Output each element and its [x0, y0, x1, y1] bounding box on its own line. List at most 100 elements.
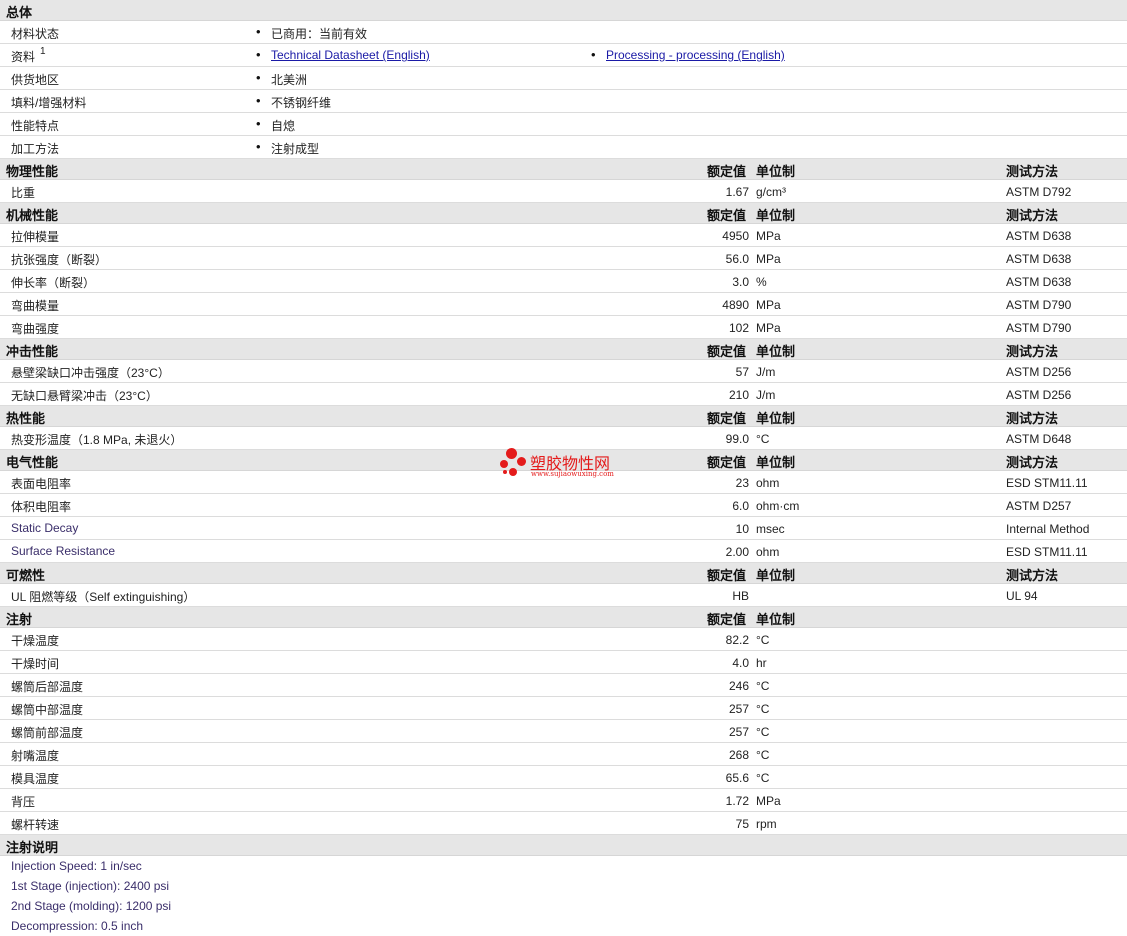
property-row: 射嘴温度 268 °C: [0, 743, 1127, 766]
property-row: 拉伸模量 4950 MPa ASTM D638: [0, 224, 1127, 247]
section-title: 冲击性能: [6, 344, 59, 359]
property-unit: ohm: [756, 476, 780, 490]
property-row: 模具温度 65.6 °C: [0, 766, 1127, 789]
section-title: 注射说明: [6, 840, 59, 855]
general-row: 供货地区 北美洲: [0, 67, 1127, 90]
property-unit: msec: [756, 522, 785, 536]
test-method: ESD STM11.11: [1006, 476, 1088, 490]
row-label: 加工方法: [11, 142, 60, 156]
property-row: 干燥时间 4.0 hr: [0, 651, 1127, 674]
property-value: 10: [735, 522, 749, 536]
column-header-test: 测试方法: [1006, 164, 1059, 179]
processing-link[interactable]: Processing - processing (English): [606, 48, 785, 62]
section-title: 总体: [6, 5, 33, 20]
property-label: 干燥温度: [11, 634, 60, 648]
property-label: 模具温度: [11, 772, 60, 786]
watermark-logo: 塑胶物性网 www.sujiaowuxing.com: [500, 446, 635, 486]
property-value: 6.0: [732, 499, 749, 513]
section-title: 物理性能: [6, 164, 59, 179]
column-header-nominal: 额定值: [707, 411, 747, 426]
section-title: 可燃性: [6, 568, 46, 583]
column-header-nominal: 额定值: [707, 208, 747, 223]
section-header: 热性能 额定值 单位制 测试方法: [0, 406, 1127, 427]
row-label: 供货地区: [11, 73, 60, 87]
property-row: 螺筒中部温度 257 °C: [0, 697, 1127, 720]
property-value: 257: [728, 725, 749, 739]
property-unit: MPa: [756, 321, 781, 335]
property-unit: rpm: [756, 817, 777, 831]
note-line: Injection Speed: 1 in/sec: [0, 856, 1127, 876]
property-value: 75: [735, 817, 749, 831]
row-value: 注射成型: [256, 139, 319, 157]
test-method: UL 94: [1006, 589, 1038, 603]
section-header: 注射 额定值 单位制: [0, 607, 1127, 628]
row-label: 资料: [11, 50, 36, 64]
property-value: 2.00: [725, 545, 749, 559]
property-value: 99.0: [725, 432, 749, 446]
test-method: ASTM D790: [1006, 321, 1072, 335]
property-row: 弯曲模量 4890 MPa ASTM D790: [0, 293, 1127, 316]
column-header-unit: 单位制: [756, 612, 796, 627]
section-title: 热性能: [6, 411, 46, 426]
property-unit: °C: [756, 432, 770, 446]
property-row: 体积电阻率 6.0 ohm·cm ASTM D257: [0, 494, 1127, 517]
property-unit: MPa: [756, 298, 781, 312]
property-row: 无缺口悬臂梁冲击（23°C） 210 J/m ASTM D256: [0, 383, 1127, 406]
test-method: ASTM D638: [1006, 252, 1072, 266]
test-method: ASTM D256: [1006, 388, 1072, 402]
property-row: 螺筒后部温度 246 °C: [0, 674, 1127, 697]
note-line: Decompression: 0.5 inch: [0, 916, 1127, 936]
section-header: 物理性能 额定值 单位制 测试方法: [0, 159, 1127, 180]
property-label: 伸长率（断裂）: [11, 276, 96, 290]
property-value: 3.0: [732, 275, 749, 289]
property-label: 螺杆转速: [11, 818, 60, 832]
general-row: 加工方法 注射成型: [0, 136, 1127, 159]
link-item: Technical Datasheet (English): [256, 47, 430, 62]
property-value: 82.2: [725, 633, 749, 647]
property-row: 抗张强度（断裂） 56.0 MPa ASTM D638: [0, 247, 1127, 270]
property-unit: °C: [756, 771, 770, 785]
property-label: 表面电阻率: [11, 477, 72, 491]
column-header-unit: 单位制: [756, 164, 796, 179]
section-title: 电气性能: [6, 455, 59, 470]
column-header-nominal: 额定值: [707, 164, 747, 179]
test-method: ASTM D256: [1006, 365, 1072, 379]
footnote-marker: 1: [40, 46, 46, 57]
property-row: 干燥温度 82.2 °C: [0, 628, 1127, 651]
property-value: 4.0: [732, 656, 749, 670]
property-value: 257: [728, 702, 749, 716]
property-label: 螺筒后部温度: [11, 680, 84, 694]
general-row: 性能特点 自熄: [0, 113, 1127, 136]
property-row: 弯曲强度 102 MPa ASTM D790: [0, 316, 1127, 339]
property-label: 体积电阻率: [11, 500, 72, 514]
property-label: 螺筒前部温度: [11, 726, 84, 740]
property-unit: MPa: [756, 794, 781, 808]
property-value: 4950: [722, 229, 749, 243]
property-label: UL 阻燃等级（Self extinguishing）: [11, 590, 196, 604]
property-value: 210: [728, 388, 749, 402]
test-method: ASTM D790: [1006, 298, 1072, 312]
property-unit: %: [756, 275, 767, 289]
property-value: HB: [732, 589, 749, 603]
section-title: 机械性能: [6, 208, 59, 223]
property-label: 悬壁梁缺口冲击强度（23°C）: [11, 366, 170, 380]
column-header-unit: 单位制: [756, 568, 796, 583]
row-value: 不锈钢纤维: [256, 93, 331, 111]
property-unit: g/cm³: [756, 185, 786, 199]
column-header-unit: 单位制: [756, 344, 796, 359]
technical-datasheet-link[interactable]: Technical Datasheet (English): [271, 48, 430, 62]
note-text: Decompression: 0.5 inch: [11, 919, 144, 933]
property-label: 干燥时间: [11, 657, 60, 671]
test-method: ASTM D648: [1006, 432, 1072, 446]
column-header-test: 测试方法: [1006, 411, 1059, 426]
property-row: 螺杆转速 75 rpm: [0, 812, 1127, 835]
test-method: ASTM D638: [1006, 229, 1072, 243]
row-value: 自熄: [256, 116, 295, 134]
section-header: 可燃性 额定值 单位制 测试方法: [0, 563, 1127, 584]
property-value: 268: [728, 748, 749, 762]
column-header-unit: 单位制: [756, 208, 796, 223]
note-text: 2nd Stage (molding): 1200 psi: [11, 899, 172, 913]
column-header-nominal: 额定值: [707, 612, 747, 627]
test-method: ASTM D638: [1006, 275, 1072, 289]
property-row: 悬壁梁缺口冲击强度（23°C） 57 J/m ASTM D256: [0, 360, 1127, 383]
